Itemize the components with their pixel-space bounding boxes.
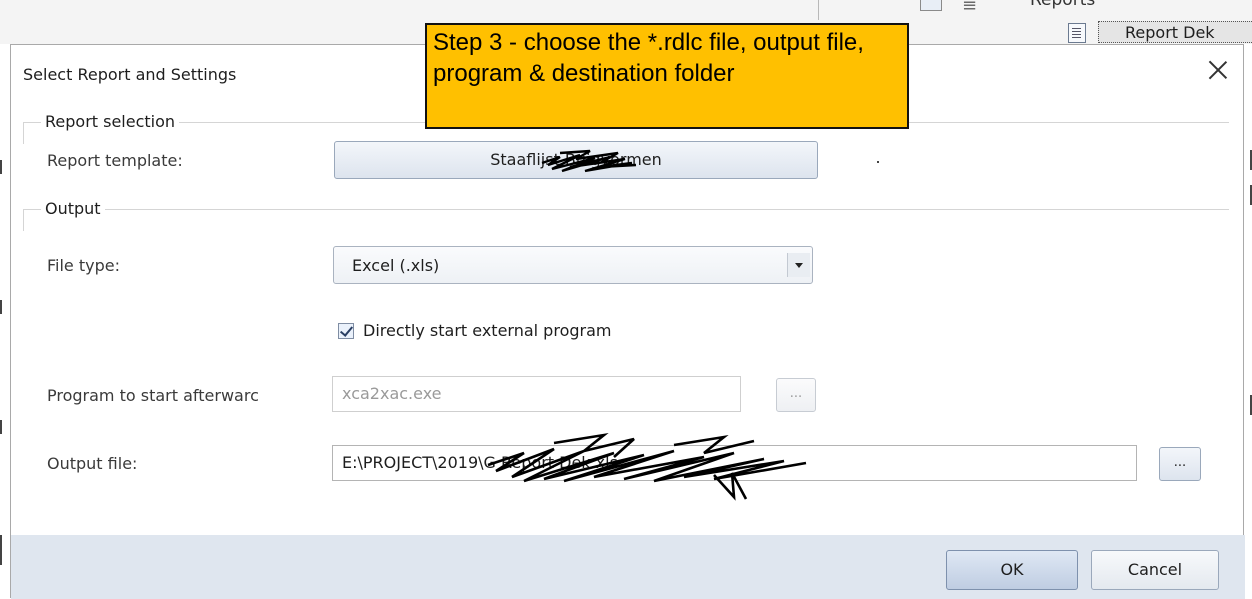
- edge-mark: [0, 160, 2, 174]
- program-browse-button[interactable]: ...: [776, 378, 816, 412]
- close-icon[interactable]: [1207, 59, 1229, 81]
- report-document-icon: [1068, 23, 1086, 43]
- dialog-title: Select Report and Settings: [23, 65, 237, 84]
- report-template-label: Report template:: [47, 151, 183, 170]
- ok-button[interactable]: OK: [946, 550, 1078, 590]
- group-divider: [23, 122, 24, 144]
- chevron-down-icon[interactable]: [787, 253, 810, 277]
- output-browse-button[interactable]: ...: [1159, 447, 1201, 481]
- group-divider: [23, 209, 24, 231]
- group-divider: [23, 209, 1229, 210]
- report-dek-label: Report Dek: [1125, 23, 1215, 42]
- step-callout: Step 3 - choose the *.rdlc file, output …: [425, 23, 909, 129]
- background-divider: [818, 0, 819, 20]
- cancel-button[interactable]: Cancel: [1091, 550, 1219, 590]
- report-dek-item[interactable]: Report Dek: [1098, 21, 1252, 43]
- file-type-value: Excel (.xls): [352, 256, 440, 275]
- stray-dot: [877, 161, 879, 163]
- reports-node-label: Reports: [1030, 0, 1096, 10]
- redaction-scribble: [487, 432, 807, 501]
- start-program-label[interactable]: Directly start external program: [363, 321, 611, 340]
- program-label: Program to start afterwarc: [47, 386, 259, 405]
- edge-mark: [0, 300, 2, 314]
- output-group-label: Output: [41, 199, 105, 218]
- file-type-select[interactable]: Excel (.xls): [333, 246, 813, 284]
- start-program-checkbox[interactable]: [338, 323, 354, 339]
- output-file-label: Output file:: [47, 454, 138, 473]
- list-icon: ≡: [962, 0, 978, 16]
- folder-icon: [920, 0, 942, 11]
- edge-mark: [0, 535, 2, 565]
- report-selection-group-label: Report selection: [41, 112, 180, 131]
- file-type-label: File type:: [47, 256, 120, 275]
- redaction-scribble: [541, 149, 637, 173]
- program-input[interactable]: xca2xac.exe: [332, 376, 741, 412]
- edge-mark: [0, 420, 2, 434]
